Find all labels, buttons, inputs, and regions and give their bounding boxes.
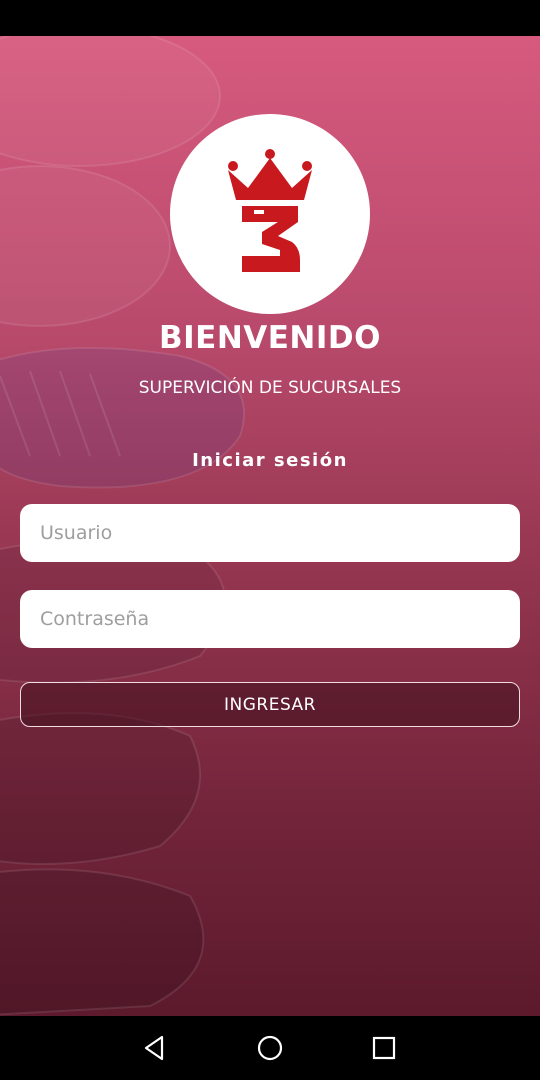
recents-button[interactable] bbox=[366, 1030, 402, 1066]
login-button-label: INGRESAR bbox=[223, 694, 316, 715]
login-heading: Iniciar sesión bbox=[192, 450, 348, 471]
triangle-back-icon bbox=[144, 1035, 164, 1061]
app-subtitle: SUPERVICIÓN DE SUCURSALES bbox=[138, 378, 402, 398]
status-bar bbox=[0, 0, 540, 36]
login-screen: BIENVENIDO SUPERVICIÓN DE SUCURSALES Ini… bbox=[0, 36, 540, 1016]
back-button[interactable] bbox=[136, 1030, 172, 1066]
crown-3-logo-icon bbox=[228, 149, 312, 272]
username-input[interactable] bbox=[20, 504, 520, 562]
login-button[interactable]: INGRESAR bbox=[20, 682, 520, 727]
circle-home-icon bbox=[257, 1035, 283, 1061]
app-screen: BIENVENIDO SUPERVICIÓN DE SUCURSALES Ini… bbox=[0, 0, 540, 1080]
home-button[interactable] bbox=[252, 1030, 288, 1066]
system-navigation-bar bbox=[0, 1016, 540, 1080]
square-recents-icon bbox=[372, 1036, 396, 1060]
welcome-title: BIENVENIDO bbox=[158, 320, 381, 356]
brand-logo bbox=[170, 114, 370, 314]
password-input[interactable] bbox=[20, 590, 520, 648]
